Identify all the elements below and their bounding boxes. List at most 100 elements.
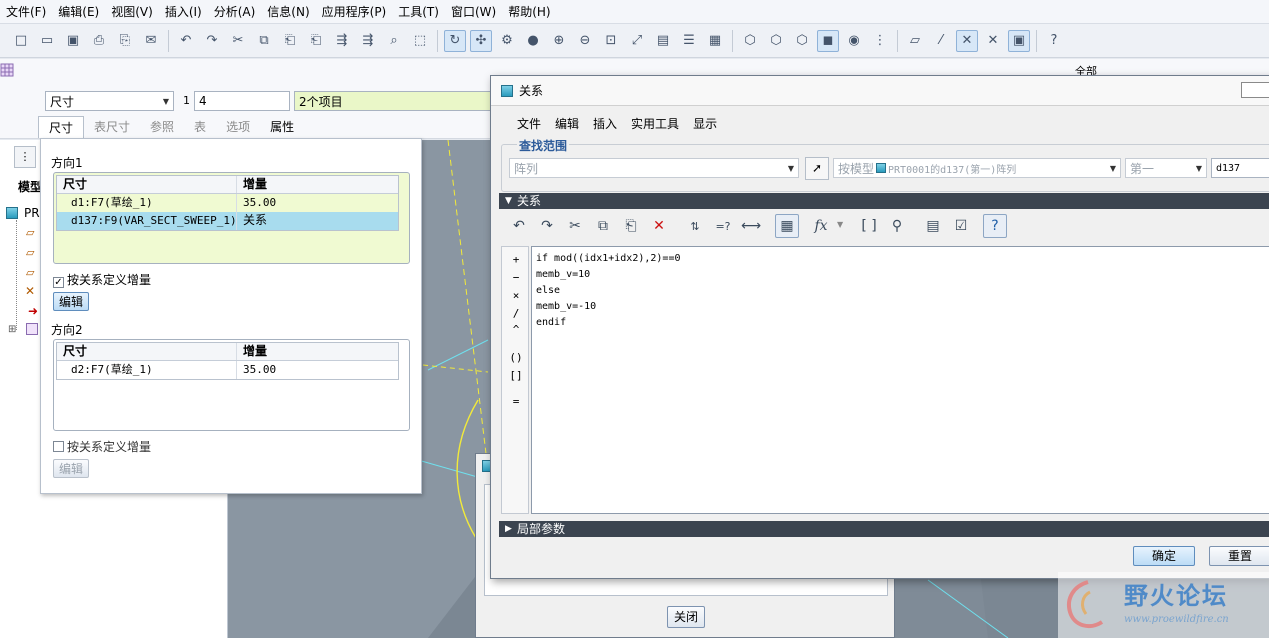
model-tree-toggle-icon[interactable]: ⋮ bbox=[869, 30, 891, 52]
table-row-selected[interactable]: d137:F9(VAR_SECT_SWEEP_1) 关系 bbox=[57, 212, 398, 230]
expand-icon[interactable]: ⊞ bbox=[8, 324, 16, 335]
reorient-icon[interactable]: ⤢ bbox=[626, 30, 648, 52]
datum-plane-icon[interactable]: ▱ bbox=[26, 246, 34, 259]
minimize-button[interactable] bbox=[1241, 82, 1269, 98]
show-dimension-icon[interactable]: ▤ bbox=[921, 214, 945, 238]
grid-icon[interactable] bbox=[0, 63, 16, 79]
increment-cell[interactable]: 35.00 bbox=[237, 361, 395, 379]
operator-plus[interactable]: + bbox=[502, 253, 530, 266]
appearance-icon[interactable]: ● bbox=[522, 30, 544, 52]
paste-icon[interactable]: ⎗ bbox=[279, 30, 301, 52]
verify-icon[interactable]: ☑ bbox=[949, 214, 973, 238]
menu-help[interactable]: 帮助(H) bbox=[502, 0, 556, 24]
ok-button[interactable]: 确定 bbox=[1133, 546, 1195, 566]
table-row[interactable]: d1:F7(草绘_1) 35.00 bbox=[57, 194, 398, 212]
checkbox-unchecked-icon[interactable] bbox=[53, 441, 64, 452]
datum-axis-display-icon[interactable]: ⁄ bbox=[930, 30, 952, 52]
no-hidden-icon[interactable]: ⬡ bbox=[791, 30, 813, 52]
print-icon[interactable]: ⎙ bbox=[88, 30, 110, 52]
tree-tab-label[interactable]: 模型 bbox=[18, 178, 42, 195]
enhanced-realism-icon[interactable]: ◉ bbox=[843, 30, 865, 52]
parameters-icon[interactable]: ⚲ bbox=[885, 214, 909, 238]
menu-applications[interactable]: 应用程序(P) bbox=[316, 0, 393, 24]
operator-multiply[interactable]: × bbox=[502, 289, 530, 302]
operator-divide[interactable]: / bbox=[502, 307, 530, 320]
menu-tools[interactable]: 工具(T) bbox=[392, 0, 445, 24]
checkbox-checked-icon[interactable]: ✓ bbox=[53, 277, 64, 288]
dimension-type-select[interactable]: 尺寸 ▼ bbox=[45, 91, 174, 111]
count-input[interactable]: 4 bbox=[194, 91, 290, 111]
switch-dimension-symbol-icon[interactable]: ⇅ bbox=[683, 214, 707, 238]
datum-point-display-icon[interactable]: ✕ bbox=[956, 29, 978, 52]
open-folder-icon[interactable]: ▭ bbox=[36, 30, 58, 52]
model-select[interactable]: 按模型 PRT0001的d137(第一)阵列 ▼ bbox=[833, 158, 1121, 178]
relations-editor[interactable]: if mod((idx1+idx2),2)==0 memb_v=10 else … bbox=[531, 246, 1269, 514]
regenerate-manager-icon[interactable]: ⇶ bbox=[357, 30, 379, 52]
regenerate-icon[interactable]: ⇶ bbox=[331, 30, 353, 52]
paste-icon[interactable]: ⎗ bbox=[619, 214, 643, 238]
orient-icon[interactable]: ⚙ bbox=[496, 30, 518, 52]
cut-icon[interactable]: ✂ bbox=[227, 30, 249, 52]
insert-here-arrow-icon[interactable]: ➜ bbox=[28, 304, 38, 318]
reset-button[interactable]: 重置 bbox=[1209, 546, 1269, 566]
email-icon[interactable]: ✉ bbox=[140, 30, 162, 52]
refit-icon[interactable]: ⊡ bbox=[600, 30, 622, 52]
table-row[interactable]: d2:F7(草绘_1) 35.00 bbox=[57, 361, 398, 379]
scope-select[interactable]: 阵列 ▼ bbox=[509, 158, 799, 178]
increment-cell[interactable]: 35.00 bbox=[237, 194, 395, 212]
chevron-down-icon[interactable]: ▼ bbox=[837, 220, 843, 229]
operator-parentheses[interactable]: () bbox=[502, 351, 530, 364]
pattern-feature-icon[interactable] bbox=[26, 323, 38, 335]
member-select[interactable]: 第一 ▼ bbox=[1125, 158, 1207, 178]
define-by-relation-checkbox-1[interactable]: ✓ 按关系定义增量 bbox=[53, 271, 151, 288]
copy-icon[interactable]: ⧉ bbox=[253, 30, 275, 52]
close-button[interactable]: 关闭 bbox=[667, 606, 705, 628]
local-params-section-header[interactable]: ▶ 局部参数 bbox=[499, 521, 1269, 537]
view-manager-icon[interactable]: ▦ bbox=[704, 30, 726, 52]
context-help-icon[interactable]: ? bbox=[1043, 30, 1065, 52]
sort-relations-icon[interactable]: ▦ bbox=[775, 214, 799, 238]
hidden-line-icon[interactable]: ⬡ bbox=[765, 30, 787, 52]
print-preview-icon[interactable]: ⎘ bbox=[114, 30, 136, 52]
undo-icon[interactable]: ↶ bbox=[175, 30, 197, 52]
wireframe-icon[interactable]: ⬡ bbox=[739, 30, 761, 52]
undo-icon[interactable]: ↶ bbox=[507, 214, 531, 238]
copy-icon[interactable]: ⧉ bbox=[591, 214, 615, 238]
measure-icon[interactable]: ⟷ bbox=[739, 214, 763, 238]
dimension-input[interactable]: d137 bbox=[1211, 158, 1269, 178]
annotation-display-icon[interactable]: ▣ bbox=[1008, 29, 1030, 52]
zoom-in-icon[interactable]: ⊕ bbox=[548, 30, 570, 52]
tree-settings-icon[interactable]: ⋮ bbox=[14, 146, 36, 168]
edit-relation-button-disabled[interactable]: 编辑 bbox=[53, 459, 89, 478]
coordinate-system-icon[interactable]: ✕ bbox=[25, 284, 35, 298]
tab-table[interactable]: 表 bbox=[184, 116, 216, 138]
brackets-icon[interactable]: [ ] bbox=[857, 214, 881, 238]
tab-properties[interactable]: 属性 bbox=[260, 116, 304, 138]
relations-section-header[interactable]: ▼ 关系 bbox=[499, 193, 1269, 209]
save-icon[interactable]: ▣ bbox=[62, 30, 84, 52]
tab-options[interactable]: 选项 bbox=[216, 116, 260, 138]
shading-icon[interactable]: ◼ bbox=[817, 29, 839, 52]
cut-icon[interactable]: ✂ bbox=[563, 214, 587, 238]
datum-plane-icon[interactable]: ▱ bbox=[26, 266, 34, 279]
select-box-icon[interactable]: ⬚ bbox=[409, 30, 431, 52]
dialog-menu-file[interactable]: 文件 bbox=[517, 115, 541, 132]
find-icon[interactable]: ⌕ bbox=[383, 30, 405, 52]
operator-equals[interactable]: = bbox=[502, 395, 530, 408]
layers-icon[interactable]: ☰ bbox=[678, 30, 700, 52]
tree-root-item[interactable]: PR bbox=[6, 206, 40, 220]
items-collector[interactable]: 2个项目 bbox=[294, 91, 494, 111]
edit-relation-button[interactable]: 编辑 bbox=[53, 292, 89, 311]
evaluate-icon[interactable]: =? bbox=[711, 214, 735, 238]
menu-view[interactable]: 视图(V) bbox=[105, 0, 159, 24]
datum-plane-icon[interactable]: ▱ bbox=[26, 226, 34, 239]
coordinate-system-display-icon[interactable]: ✕ bbox=[982, 30, 1004, 52]
dialog-menu-edit[interactable]: 编辑 bbox=[555, 115, 579, 132]
menu-info[interactable]: 信息(N) bbox=[261, 0, 315, 24]
operator-brackets[interactable]: [] bbox=[502, 369, 530, 382]
function-icon[interactable]: fx bbox=[809, 214, 833, 238]
help-icon[interactable]: ? bbox=[983, 214, 1007, 238]
increment-cell[interactable]: 关系 bbox=[237, 212, 395, 230]
define-by-relation-checkbox-2[interactable]: 按关系定义增量 bbox=[53, 438, 151, 455]
tab-dimensions[interactable]: 尺寸 bbox=[38, 116, 85, 138]
